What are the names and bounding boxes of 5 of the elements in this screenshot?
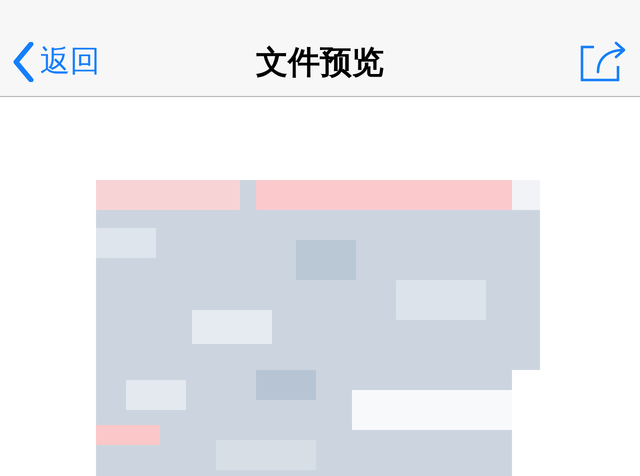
chevron-left-icon xyxy=(12,42,34,82)
share-button[interactable] xyxy=(580,40,628,82)
back-button[interactable]: 返回 xyxy=(12,42,162,82)
share-icon xyxy=(580,40,628,82)
screen-title: 文件预览 xyxy=(256,46,384,78)
